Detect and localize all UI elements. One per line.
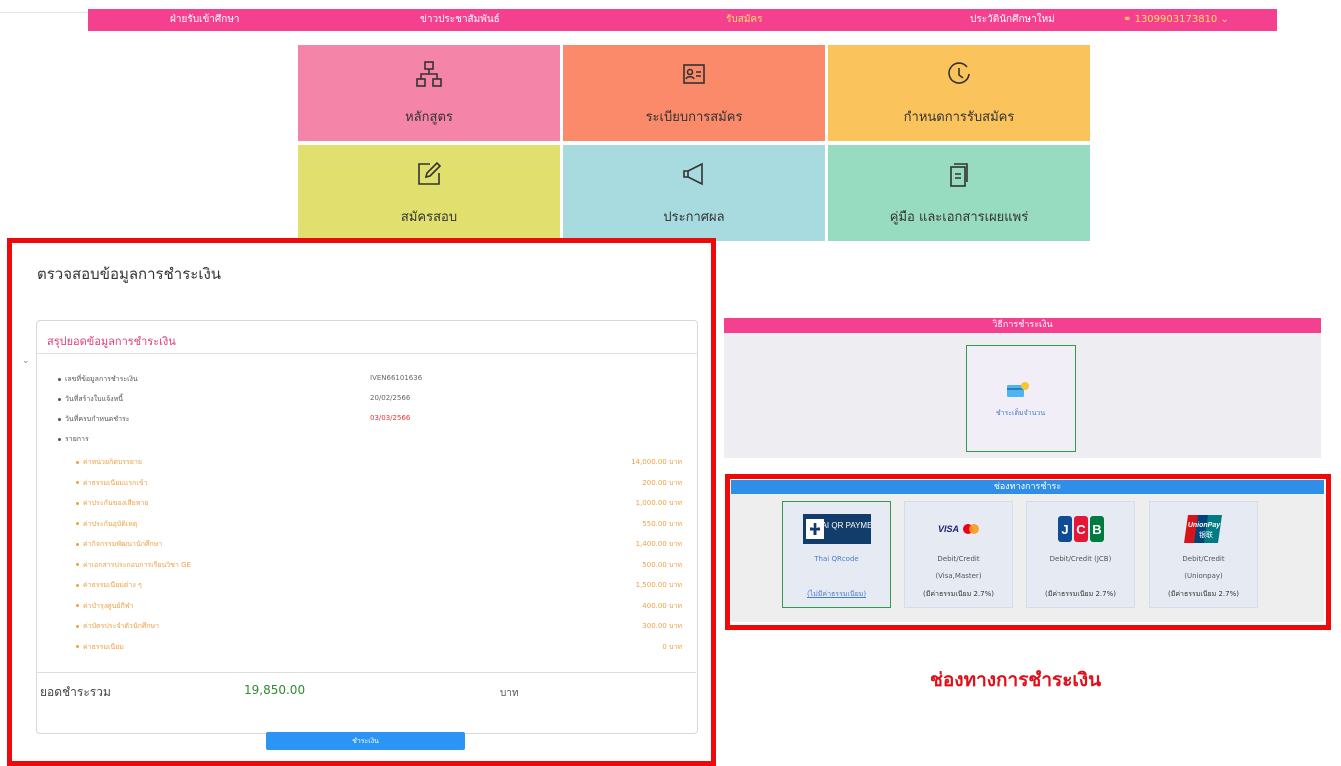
tile-label: กำหนดการรับสมัคร bbox=[903, 109, 1015, 125]
nav-item-news[interactable]: ข่าวประชาสัมพันธ์ bbox=[420, 9, 500, 31]
megaphone-icon bbox=[683, 162, 703, 185]
collapse-chevron-icon[interactable]: ⌄ bbox=[22, 356, 30, 366]
user-id: 1309903173810 bbox=[1134, 14, 1218, 25]
tile-label: ระเบียบการสมัคร bbox=[645, 109, 743, 125]
tile-documents[interactable]: คู่มือ และเอกสารเผยแพร่ bbox=[828, 145, 1090, 241]
full-payment-option[interactable]: ชำระเต็มจำนวน bbox=[966, 345, 1076, 452]
line-item-name: ค่าธรรมเนียมต่าง ๆ bbox=[76, 580, 142, 591]
line-item-amount: 550.00 บาท bbox=[642, 519, 682, 528]
jcb-logo: J C B bbox=[1027, 516, 1134, 542]
line-item-name: ค่าหน่วยกิตบรรยาย bbox=[76, 457, 142, 468]
svg-text:J: J bbox=[1061, 522, 1068, 537]
line-item-amount: 300.00 บาท bbox=[642, 622, 682, 630]
nav-item-student-profile[interactable]: ประวัตินักศึกษาใหม่ bbox=[970, 9, 1055, 31]
channel-line1: Thai QRcode bbox=[814, 555, 859, 563]
total-divider bbox=[36, 672, 696, 673]
line-item-name: ค่าบำรุงศูนย์กีฬา bbox=[76, 601, 133, 612]
user-menu[interactable]: ⚭ 1309903173810 ⌄ bbox=[1123, 9, 1229, 31]
invoice-date: 20/02/2566 bbox=[370, 394, 411, 402]
line-item-name: ค่าเอกสารประกอบการเรียนวิชา GE bbox=[76, 560, 191, 571]
thai-qr-logo: THAI QR PAYMENT bbox=[783, 514, 890, 544]
line-item-amount: 0 บาท bbox=[662, 642, 682, 651]
summary-title: สรุปยอดข้อมูลการชำระเงิน bbox=[47, 335, 176, 348]
main-navbar: ฝ่ายรับเข้าศึกษา ข่าวประชาสัมพันธ์ รับสม… bbox=[88, 9, 1277, 31]
tile-schedule[interactable]: กำหนดการรับสมัคร bbox=[828, 45, 1090, 141]
svg-text:B: B bbox=[1092, 522, 1101, 537]
total-label: ยอดชำระรวม bbox=[40, 685, 111, 699]
method-title: วิธีการชำระเงิน bbox=[724, 318, 1321, 333]
channel-fee: (มีค่าธรรมเนียม 2.7%) bbox=[1045, 590, 1116, 598]
channel-unionpay[interactable]: UnionPay 银联 Debit/Credit (Unionpay) (มีค… bbox=[1149, 501, 1258, 608]
visa-mastercard-logo: VISA bbox=[905, 516, 1012, 542]
field-row: วันที่ครบกำหนดชำระ bbox=[58, 414, 130, 425]
card-header: สรุปยอดข้อมูลการชำระเงิน bbox=[37, 321, 697, 354]
pay-button[interactable]: ชำระเงิน bbox=[266, 732, 465, 750]
id-card-icon bbox=[683, 63, 705, 84]
payment-method-panel: วิธีการชำระเงิน ชำระเต็มจำนวน bbox=[724, 318, 1321, 458]
due-date: 03/03/2566 bbox=[370, 414, 411, 422]
chevron-down-icon: ⌄ bbox=[1220, 14, 1229, 25]
nav-item-apply[interactable]: รับสมัคร bbox=[726, 9, 762, 31]
line-item-amount: 500.00 บาท bbox=[642, 560, 682, 569]
line-item-name: ค่าธรรมเนียมแรกเข้า bbox=[76, 478, 148, 489]
channel-thai-qr[interactable]: THAI QR PAYMENT Thai QRcode (ไม่มีค่าธรร… bbox=[782, 501, 891, 608]
tile-announcement[interactable]: ประกาศผล bbox=[563, 145, 825, 241]
line-item-name: ค่าบัตรประจำตัวนักศึกษา bbox=[76, 621, 159, 632]
line-item-name: ค่าประกันอุบัติเหตุ bbox=[76, 519, 137, 530]
line-item-name: ค่ากิจกรรมพัฒนานักศึกษา bbox=[76, 539, 162, 550]
tile-apply-exam[interactable]: สมัครสอบ bbox=[298, 145, 560, 241]
tile-label: ประกาศผล bbox=[663, 209, 725, 225]
logo-text: THAI QR PAYMENT bbox=[810, 521, 870, 530]
line-item-amount: 200.00 บาท bbox=[642, 478, 682, 487]
hierarchy-icon bbox=[416, 60, 442, 87]
channel-jcb[interactable]: J C B Debit/Credit (JCB) (มีค่าธรรมเนียม… bbox=[1026, 501, 1135, 608]
channel-title: ช่องทางการชำระ bbox=[731, 480, 1324, 494]
channel-line1: Debit/Credit (JCB) bbox=[1049, 555, 1112, 563]
tile-label: สมัครสอบ bbox=[400, 209, 458, 225]
field-row: เลขที่ข้อมูลการชำระเงิน bbox=[58, 374, 138, 385]
method-card-label: ชำระเต็มจำนวน bbox=[995, 409, 1046, 417]
channel-fee: (มีค่าธรรมเนียม 2.7%) bbox=[1168, 590, 1239, 598]
channel-fee: (ไม่มีค่าธรรมเนียม) bbox=[806, 590, 867, 598]
svg-text:银联: 银联 bbox=[1199, 530, 1213, 539]
channel-line1: Debit/Credit bbox=[1182, 555, 1225, 563]
svg-text:UnionPay: UnionPay bbox=[1187, 522, 1220, 529]
edit-icon bbox=[418, 161, 442, 185]
payment-channel-panel: ช่องทางการชำระ THAI QR PAYMENT Thai QRco… bbox=[731, 480, 1324, 622]
svg-text:C: C bbox=[1076, 522, 1086, 537]
line-item-amount: 1,400.00 บาท bbox=[635, 540, 682, 548]
items-heading: รายการ bbox=[58, 434, 89, 445]
total-value: 19,850.00 bbox=[244, 683, 306, 697]
tile-label: หลักสูตร bbox=[405, 109, 453, 125]
invoice-number: IVEN66101636 bbox=[370, 374, 423, 382]
user-icon: ⚭ bbox=[1123, 14, 1132, 25]
channel-visa-master[interactable]: VISA Debit/Credit (Visa,Master) (มีค่าธร… bbox=[904, 501, 1013, 608]
unionpay-logo: UnionPay 银联 bbox=[1150, 515, 1257, 543]
page-title: ตรวจสอบข้อมูลการชำระเงิน bbox=[37, 265, 222, 283]
line-item-amount: 400.00 บาท bbox=[642, 601, 682, 610]
tile-curriculum[interactable]: หลักสูตร bbox=[298, 45, 560, 141]
credit-card-icon bbox=[1007, 382, 1029, 397]
menu-tiles: หลักสูตร ระเบียบการสมัคร กำหนดการรับสมัค… bbox=[298, 45, 1092, 241]
clock-icon bbox=[948, 61, 970, 84]
nav-item-admission[interactable]: ฝ่ายรับเข้าศึกษา bbox=[170, 9, 240, 31]
channel-caption: ช่องทางการชำระเงิน bbox=[930, 669, 1102, 691]
channel-line1: Debit/Credit bbox=[937, 555, 980, 563]
line-item-amount: 14,000.00 บาท bbox=[631, 458, 682, 466]
line-item-amount: 1,500.00 บาท bbox=[635, 581, 682, 589]
channel-fee: (มีค่าธรรมเนียม 2.7%) bbox=[923, 590, 994, 598]
field-row: วันที่สร้างใบแจ้งหนี้ bbox=[58, 394, 123, 405]
top-divider bbox=[0, 0, 90, 13]
line-item-name: ค่าธรรมเนียม bbox=[76, 642, 124, 653]
tile-label: คู่มือ และเอกสารเผยแพร่ bbox=[889, 209, 1029, 225]
total-unit: บาท bbox=[500, 688, 519, 699]
document-icon bbox=[950, 162, 968, 187]
line-item-name: ค่าประกันของเสียหาย bbox=[76, 498, 148, 509]
channel-line2: (Visa,Master) bbox=[935, 572, 982, 580]
line-item-amount: 1,000.00 บาท bbox=[635, 499, 682, 507]
channel-line2: (Unionpay) bbox=[1184, 572, 1223, 580]
tile-regulations[interactable]: ระเบียบการสมัคร bbox=[563, 45, 825, 141]
